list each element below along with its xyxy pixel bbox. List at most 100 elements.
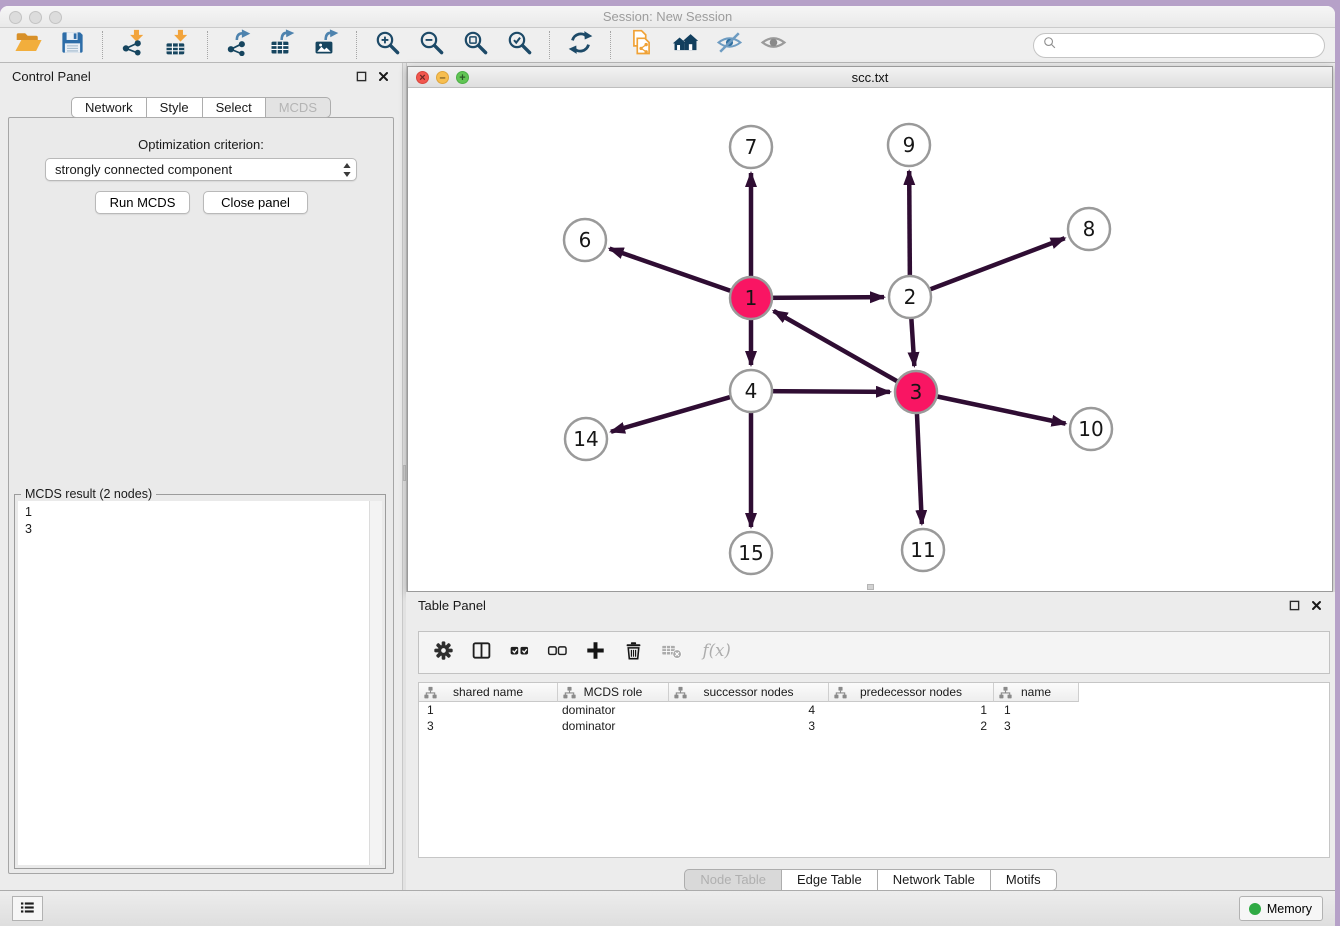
select-all-button[interactable] <box>509 640 530 666</box>
column-header-shared-name[interactable]: shared name <box>419 683 558 702</box>
cell[interactable]: dominator <box>558 702 669 718</box>
graph-edge-1-6[interactable] <box>610 249 746 296</box>
show-column-button[interactable] <box>471 640 492 666</box>
save-session-button[interactable] <box>57 30 87 60</box>
tab-network[interactable]: Network <box>71 97 147 118</box>
zoom-button[interactable] <box>49 11 62 24</box>
deselect-all-button[interactable] <box>547 640 568 666</box>
control-panel: Control Panel NetworkStyleSelectMCDS Opt… <box>0 63 402 890</box>
delete-column-button[interactable] <box>623 640 644 666</box>
table-settings-button[interactable] <box>433 640 454 666</box>
cell[interactable]: 1 <box>419 702 558 718</box>
cell[interactable]: 3 <box>669 718 829 734</box>
zoom-fit-icon <box>462 29 489 61</box>
result-scrollbar[interactable] <box>369 501 382 865</box>
search-input[interactable] <box>1062 38 1315 53</box>
apply-layout-button[interactable] <box>565 30 595 60</box>
function-builder-button: f(x) <box>699 638 733 667</box>
column-header-mcds-role[interactable]: MCDS role <box>558 683 669 702</box>
app-window: Session: New Session Control Panel Netwo… <box>0 6 1335 926</box>
graph-edge-3-1[interactable] <box>774 311 911 389</box>
canvas-resize-grip[interactable] <box>867 584 874 590</box>
search-box[interactable] <box>1033 33 1325 58</box>
network-canvas[interactable]: 7968124314101511 <box>408 88 1332 591</box>
tab-node-table[interactable]: Node Table <box>684 869 782 891</box>
zoom-fit-button[interactable] <box>460 30 490 60</box>
tab-edge-table[interactable]: Edge Table <box>781 869 878 891</box>
export-network-button[interactable] <box>223 30 253 60</box>
traffic-lights <box>9 11 62 24</box>
float-table-panel-icon[interactable] <box>1288 599 1301 612</box>
float-panel-icon[interactable] <box>355 70 368 83</box>
tab-motifs[interactable]: Motifs <box>990 869 1057 891</box>
network-close-button[interactable]: × <box>416 71 429 84</box>
zoom-in-button[interactable] <box>372 30 402 60</box>
open-folder-icon <box>15 29 42 61</box>
table-delete-icon <box>661 640 682 666</box>
graph-edge-3-11[interactable] <box>916 398 922 524</box>
main-toolbar <box>0 28 1335 63</box>
close-panel-icon[interactable] <box>377 70 390 83</box>
tab-select[interactable]: Select <box>202 97 266 118</box>
graph-edge-2-9[interactable] <box>909 171 910 291</box>
table-panel: Table Panel f(x) shared nameMCDS rolesuc… <box>406 592 1335 890</box>
cell[interactable]: 3 <box>419 718 558 734</box>
network-zoom-button[interactable]: + <box>456 71 469 84</box>
graph-node-label: 2 <box>904 285 917 309</box>
import-network-button[interactable] <box>118 30 148 60</box>
close-table-panel-icon[interactable] <box>1310 599 1323 612</box>
hide-selected-button[interactable] <box>714 30 744 60</box>
divider-grip[interactable] <box>403 465 406 481</box>
add-column-button[interactable] <box>585 640 606 666</box>
column-header-predecessor-nodes[interactable]: predecessor nodes <box>829 683 994 702</box>
cell[interactable]: dominator <box>558 718 669 734</box>
network-window-titlebar[interactable]: × – + scc.txt <box>408 67 1332 88</box>
tab-network-table[interactable]: Network Table <box>877 869 991 891</box>
graph-node-label: 8 <box>1083 217 1096 241</box>
column-header-name[interactable]: name <box>994 683 1079 702</box>
table-row[interactable]: 1dominator411 <box>419 702 1329 718</box>
zoom-out-button[interactable] <box>416 30 446 60</box>
refresh-icon <box>567 29 594 61</box>
graph-node-label: 10 <box>1078 417 1103 441</box>
houses-icon <box>672 29 699 61</box>
graph-edge-4-14[interactable] <box>611 393 745 432</box>
minimize-button[interactable] <box>29 11 42 24</box>
optimization-select[interactable]: strongly connected component <box>45 158 357 181</box>
graph-edge-4-3[interactable] <box>757 391 890 392</box>
cell[interactable]: 1 <box>994 702 1079 718</box>
graph-edge-1-2[interactable] <box>757 297 884 298</box>
close-panel-button[interactable]: Close panel <box>203 191 308 214</box>
gear-icon <box>433 640 454 666</box>
tab-style[interactable]: Style <box>146 97 203 118</box>
control-panel-tabs: NetworkStyleSelectMCDS <box>0 97 402 118</box>
graph-edge-3-10[interactable] <box>922 393 1066 423</box>
cell[interactable]: 1 <box>829 702 994 718</box>
zoom-selected-button[interactable] <box>504 30 534 60</box>
export-image-button[interactable] <box>311 30 341 60</box>
mcds-result-list[interactable]: 13 <box>18 501 382 541</box>
cell[interactable]: 3 <box>994 718 1079 734</box>
open-session-button[interactable] <box>13 30 43 60</box>
namespace-tree-icon <box>674 686 687 699</box>
window-titlebar[interactable]: Session: New Session <box>0 6 1335 28</box>
export-network-icon <box>225 29 252 61</box>
cell[interactable]: 2 <box>829 718 994 734</box>
first-neighbors-button[interactable] <box>670 30 700 60</box>
show-panels-button[interactable] <box>12 896 43 921</box>
graph-node-label: 1 <box>745 286 758 310</box>
close-button[interactable] <box>9 11 22 24</box>
memory-button[interactable]: Memory <box>1239 896 1323 921</box>
network-graph[interactable]: 7968124314101511 <box>408 88 1332 591</box>
cell[interactable]: 4 <box>669 702 829 718</box>
network-minimize-button[interactable]: – <box>436 71 449 84</box>
tab-mcds[interactable]: MCDS <box>265 97 331 118</box>
import-table-button[interactable] <box>162 30 192 60</box>
column-header-successor-nodes[interactable]: successor nodes <box>669 683 829 702</box>
graph-edge-2-8[interactable] <box>916 238 1065 295</box>
new-network-from-selection-button[interactable] <box>626 30 656 60</box>
run-mcds-button[interactable]: Run MCDS <box>95 191 190 214</box>
export-table-button[interactable] <box>267 30 297 60</box>
table-row[interactable]: 3dominator323 <box>419 718 1329 734</box>
table-toolbar: f(x) <box>418 631 1330 674</box>
